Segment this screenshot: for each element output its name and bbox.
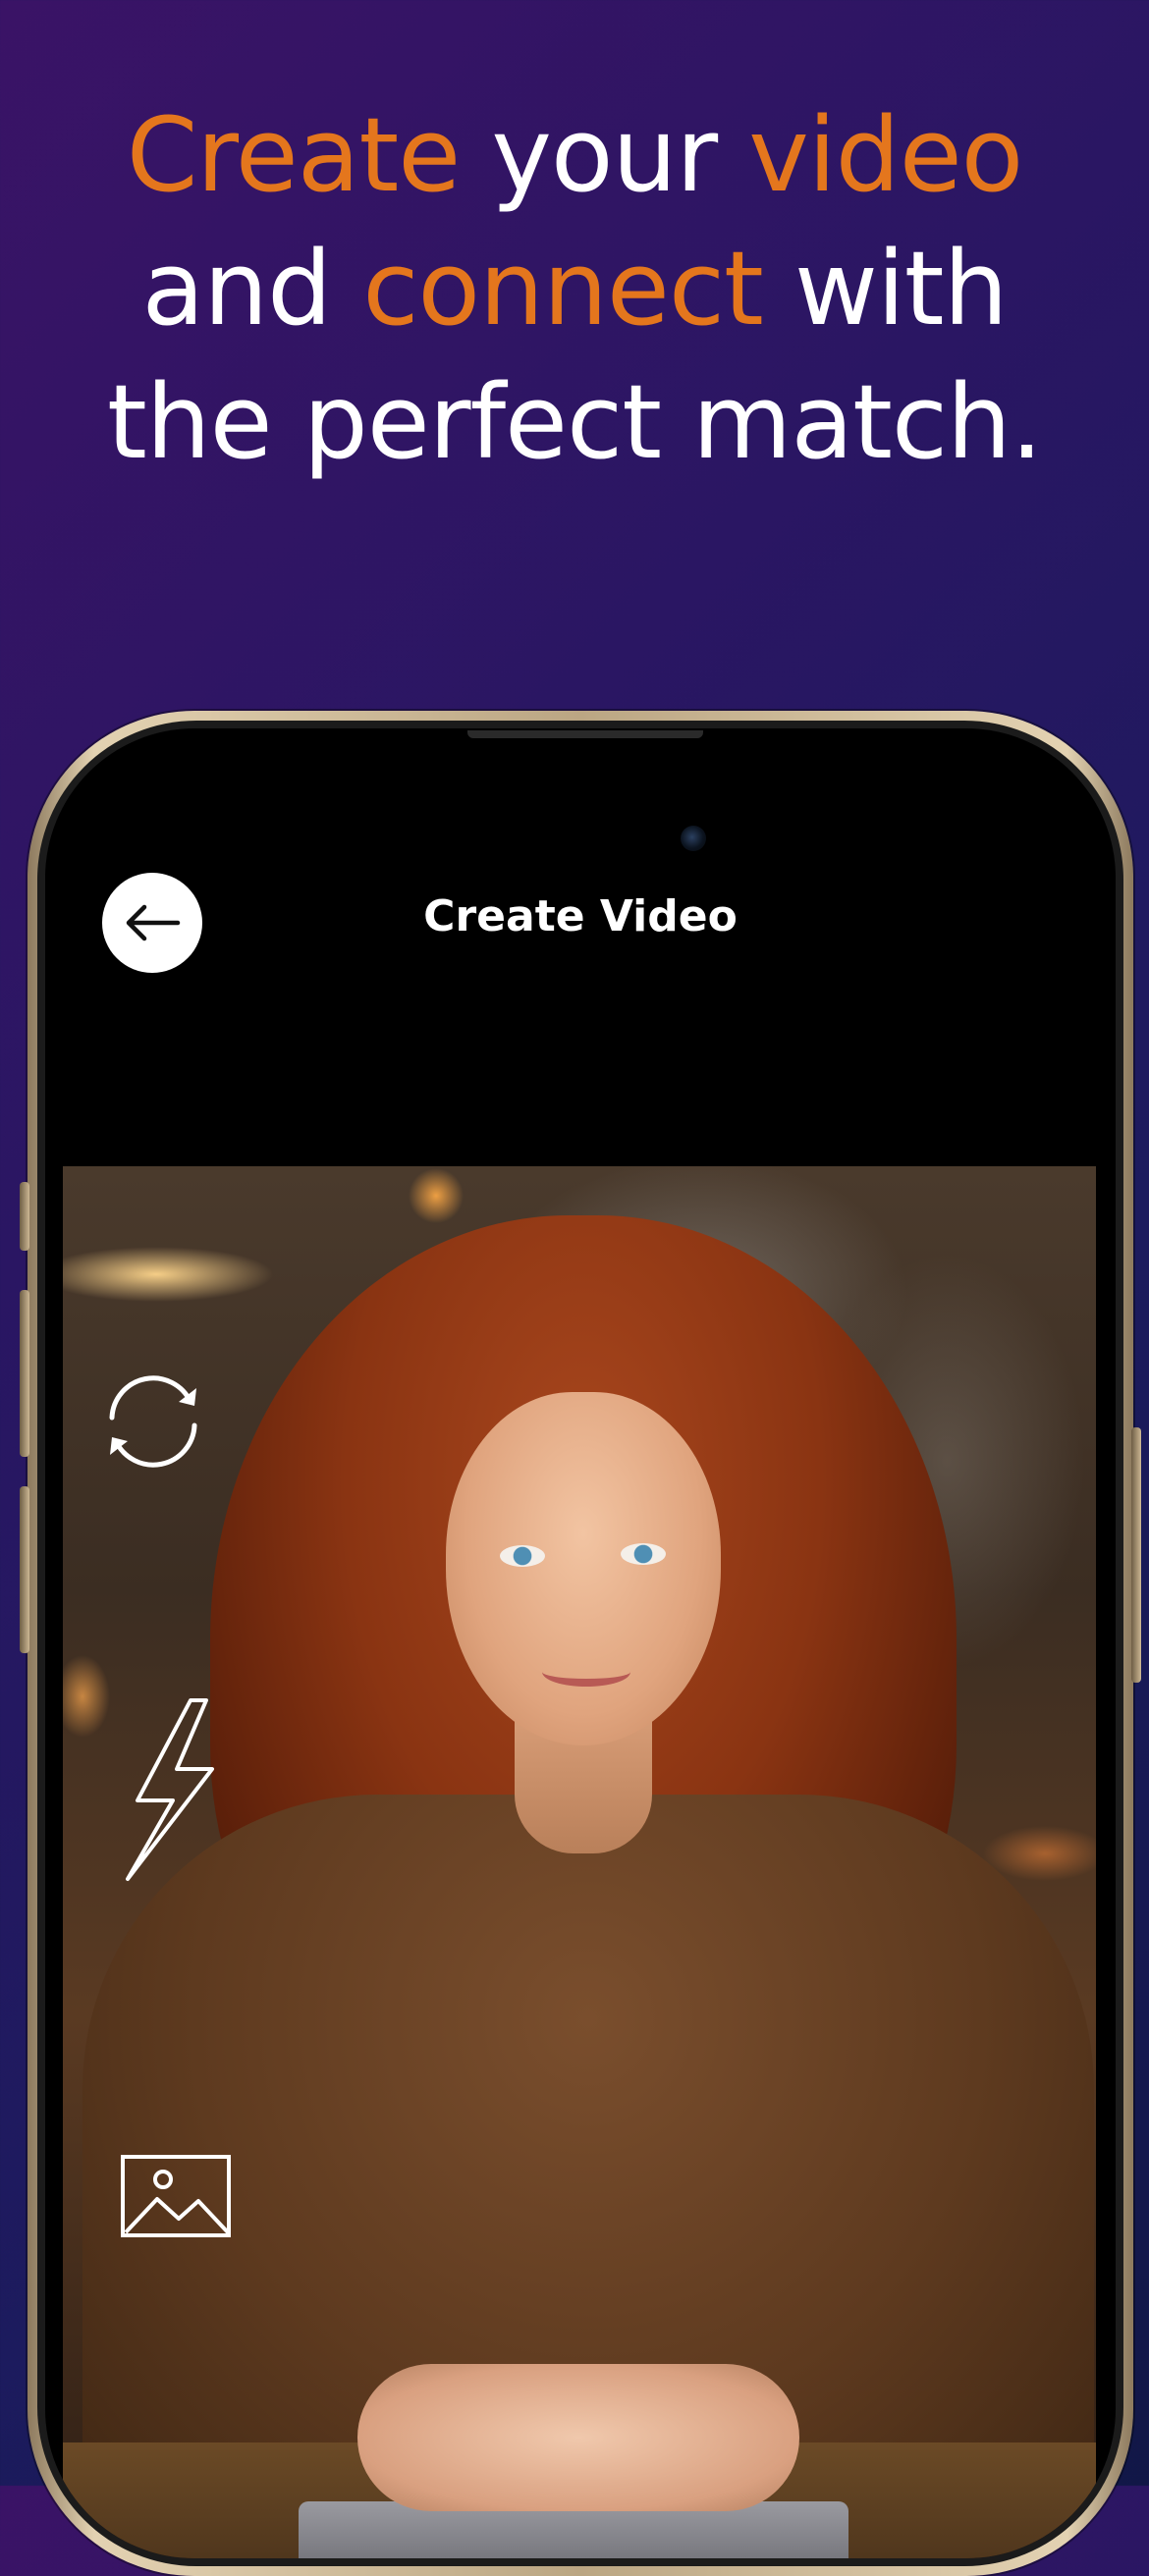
phone-side-button bbox=[20, 1182, 29, 1251]
headline-word: video bbox=[748, 95, 1023, 215]
headline-line-2: and connect with bbox=[0, 222, 1149, 355]
speaker-notch bbox=[467, 730, 703, 738]
preview-face bbox=[446, 1392, 721, 1745]
front-camera-icon bbox=[681, 826, 706, 851]
headline-line-3: the perfect match. bbox=[0, 355, 1149, 489]
phone-power-button bbox=[1131, 1427, 1141, 1683]
phone-volume-down-button bbox=[20, 1486, 29, 1653]
phone-mockup: Create Video bbox=[20, 711, 1141, 2576]
headline-word: Create bbox=[126, 95, 462, 215]
flash-button[interactable] bbox=[122, 1696, 220, 1883]
preview-mouth bbox=[542, 1657, 630, 1687]
preview-hands bbox=[357, 2364, 799, 2511]
headline-word: the perfect match. bbox=[106, 362, 1043, 482]
headline-line-1: Create your video bbox=[0, 88, 1149, 222]
rotate-camera-icon bbox=[109, 1375, 197, 1468]
preview-eye-left bbox=[500, 1545, 545, 1567]
preview-eye-right bbox=[621, 1543, 666, 1565]
headline-word: connect bbox=[362, 229, 764, 349]
lightning-icon bbox=[126, 1698, 214, 1881]
camera-preview bbox=[63, 1166, 1096, 2558]
switch-camera-button[interactable] bbox=[94, 1363, 212, 1480]
screen-title: Create Video bbox=[423, 891, 738, 941]
headline-word: your bbox=[460, 95, 749, 215]
image-icon bbox=[121, 2155, 231, 2237]
phone-volume-up-button bbox=[20, 1290, 29, 1457]
headline-word: and bbox=[141, 229, 363, 349]
phone-screen: Create Video bbox=[45, 728, 1116, 2558]
headline-word: with bbox=[762, 229, 1009, 349]
gallery-button[interactable] bbox=[120, 2154, 232, 2238]
headline: Create your video and connect with the p… bbox=[0, 88, 1149, 489]
